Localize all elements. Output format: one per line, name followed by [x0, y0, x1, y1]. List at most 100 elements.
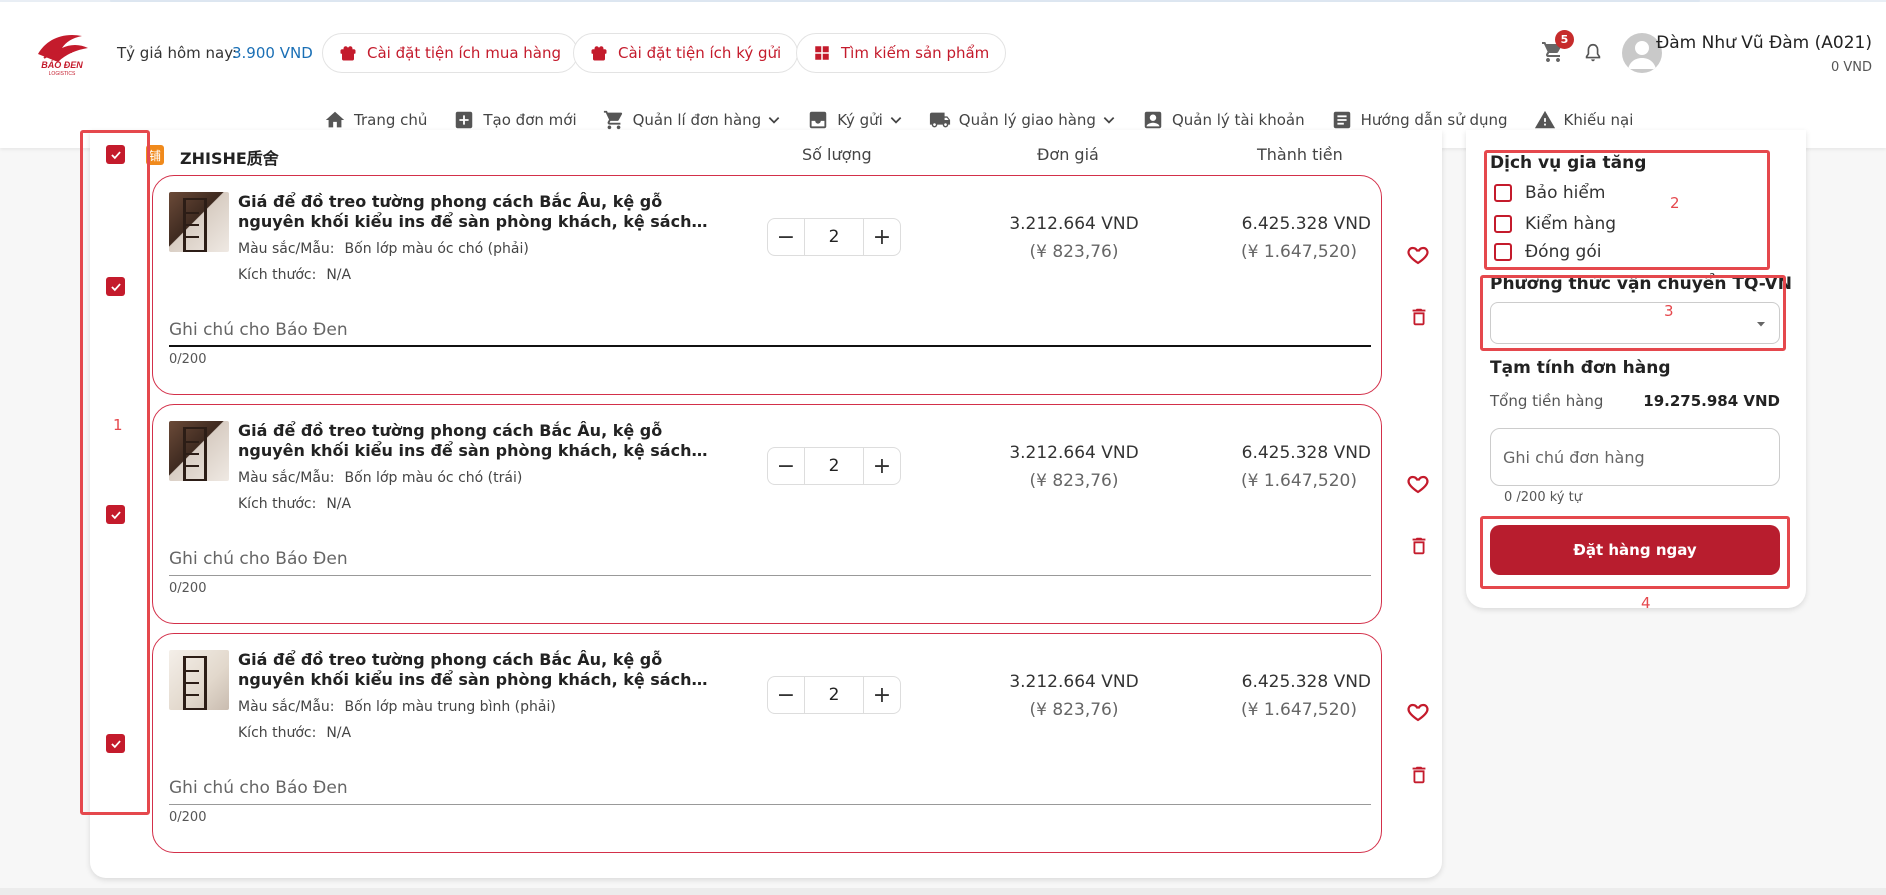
nav-item-order-management[interactable]: Quản lí đơn hàng	[603, 109, 782, 131]
add-box-icon	[456, 111, 473, 129]
unit-price-cny: (¥ 823,76)	[1029, 242, 1119, 262]
product-size: Kích thước: N/A	[238, 725, 352, 741]
nav-item-create-order[interactable]: Tạo đơn mới	[453, 109, 577, 131]
pill-label: Cài đặt tiện ích ký gửi	[618, 44, 782, 62]
increase-quantity-button[interactable]: +	[864, 677, 900, 713]
product-color: Màu sắc/Mẫu: Bốn lớp màu óc chó (trái)	[238, 470, 523, 486]
line-total-cny: (¥ 1.647,520)	[1240, 471, 1357, 491]
nav-label: Quản lý giao hàng	[958, 111, 1096, 129]
quantity-input[interactable]: 2	[804, 448, 864, 484]
decrease-quantity-button[interactable]: −	[768, 219, 804, 255]
truck-icon	[929, 112, 950, 128]
page-bottom-strip	[0, 888, 1886, 895]
install-consign-extension-button[interactable]: Cài đặt tiện ích ký gửi	[573, 33, 799, 73]
svg-text:BÁO ĐEN: BÁO ĐEN	[41, 60, 83, 70]
annotation-box-2	[1484, 150, 1770, 270]
install-purchase-extension-button[interactable]: Cài đặt tiện ích mua hàng	[322, 33, 579, 73]
chevron-down-icon	[890, 117, 902, 124]
consign-icon	[809, 111, 827, 129]
annotation-box-3	[1480, 275, 1786, 351]
annotation-number-1: 1	[113, 416, 123, 434]
annotation-number-2: 2	[1670, 194, 1680, 212]
trash-icon[interactable]	[1408, 764, 1430, 786]
quantity-input[interactable]: 2	[804, 677, 864, 713]
nav-item-delivery-management[interactable]: Quản lý giao hàng	[929, 109, 1116, 131]
heart-icon[interactable]	[1406, 472, 1430, 496]
increase-quantity-button[interactable]: +	[864, 448, 900, 484]
cart-item: Giá để đồ treo tường phong cách Bắc Âu, …	[152, 404, 1382, 624]
nav-item-user-guide[interactable]: Hướng dẫn sử dụng	[1331, 109, 1508, 131]
item-note-count: 0/200	[169, 581, 207, 596]
nav-label: Tạo đơn mới	[483, 111, 577, 129]
quantity-input[interactable]: 2	[804, 219, 864, 255]
header: BÁO ĐEN LOGISTICS Tỷ giá hôm nay: 3.900 …	[0, 2, 1886, 148]
trash-icon[interactable]	[1408, 535, 1430, 557]
nav-label: Hướng dẫn sử dụng	[1360, 111, 1508, 129]
item-note-input[interactable]: Ghi chú cho Báo Đen	[169, 778, 348, 798]
product-title[interactable]: Giá để đồ treo tường phong cách Bắc Âu, …	[238, 192, 718, 232]
nav-label: Quản lý tài khoản	[1171, 111, 1305, 129]
home-icon	[325, 111, 345, 128]
nav-item-complaints[interactable]: Khiếu nại	[1534, 109, 1633, 131]
product-thumbnail[interactable]	[169, 192, 229, 252]
pill-label: Tìm kiếm sản phẩm	[841, 44, 990, 62]
heart-icon[interactable]	[1406, 700, 1430, 724]
nav-label: Ký gửi	[837, 111, 883, 129]
bell-icon[interactable]	[1582, 42, 1604, 64]
increase-quantity-button[interactable]: +	[864, 219, 900, 255]
article-icon	[1333, 111, 1350, 129]
unit-price-cny: (¥ 823,76)	[1029, 471, 1119, 491]
total-amount-label: Tổng tiền hàng	[1490, 392, 1604, 410]
item-note-count: 0/200	[169, 352, 207, 367]
total-amount-value: 19.275.984 VND	[1643, 392, 1780, 410]
annotation-box-1	[80, 130, 150, 815]
line-total-vnd: 6.425.328 VND	[1241, 443, 1371, 463]
cart-count-badge: 5	[1555, 30, 1574, 49]
heart-icon[interactable]	[1406, 243, 1430, 267]
search-product-button[interactable]: Tìm kiếm sản phẩm	[796, 33, 1007, 73]
gift-icon	[340, 46, 356, 61]
annotation-number-3: 3	[1664, 302, 1674, 320]
unit-price-cny: (¥ 823,76)	[1029, 700, 1119, 720]
quantity-stepper: − 2 +	[767, 218, 901, 256]
item-note-underline	[169, 804, 1371, 805]
trash-icon[interactable]	[1408, 306, 1430, 328]
product-title[interactable]: Giá để đồ treo tường phong cách Bắc Âu, …	[238, 421, 718, 461]
item-note-input[interactable]: Ghi chú cho Báo Đen	[169, 320, 348, 340]
line-total-vnd: 6.425.328 VND	[1241, 214, 1371, 234]
item-note-underline	[169, 575, 1371, 576]
product-color: Màu sắc/Mẫu: Bốn lớp màu óc chó (phải)	[238, 241, 529, 257]
exchange-rate-value: 3.900 VND	[232, 44, 313, 62]
user-name[interactable]: Đàm Như Vũ Đàm (A021)	[1656, 33, 1872, 53]
account-icon	[1144, 111, 1162, 129]
svg-text:LOGISTICS: LOGISTICS	[49, 71, 76, 76]
product-thumbnail[interactable]	[169, 650, 229, 710]
column-header-unit-price: Đơn giá	[1037, 145, 1099, 164]
unit-price-vnd: 3.212.664 VND	[1009, 672, 1139, 692]
line-total-cny: (¥ 1.647,520)	[1240, 242, 1357, 262]
chevron-down-icon	[768, 117, 780, 124]
cart-item: Giá để đồ treo tường phong cách Bắc Âu, …	[152, 175, 1382, 395]
nav-item-account-management[interactable]: Quản lý tài khoản	[1142, 109, 1305, 131]
nav-item-home[interactable]: Trang chủ	[324, 109, 427, 131]
decrease-quantity-button[interactable]: −	[768, 677, 804, 713]
item-note-count: 0/200	[169, 810, 207, 825]
cart-item: Giá để đồ treo tường phong cách Bắc Âu, …	[152, 633, 1382, 853]
exchange-rate-label: Tỷ giá hôm nay:	[117, 44, 238, 62]
product-title[interactable]: Giá để đồ treo tường phong cách Bắc Âu, …	[238, 650, 718, 690]
warning-icon	[1534, 110, 1555, 129]
decrease-quantity-button[interactable]: −	[768, 448, 804, 484]
gift-icon	[591, 46, 607, 61]
product-thumbnail[interactable]	[169, 421, 229, 481]
bao-den-logo[interactable]: BÁO ĐEN LOGISTICS	[32, 28, 92, 76]
nav-item-consign[interactable]: Ký gửi	[807, 109, 903, 131]
unit-price-vnd: 3.212.664 VND	[1009, 443, 1139, 463]
product-size: Kích thước: N/A	[238, 496, 352, 512]
chevron-down-icon	[1103, 117, 1115, 124]
order-note-input[interactable]: Ghi chú đơn hàng	[1490, 428, 1780, 486]
shop-name[interactable]: ZHISHE质舍	[180, 145, 279, 169]
order-note-count: 0 /200 ký tự	[1504, 490, 1582, 505]
nav-label: Quản lí đơn hàng	[632, 111, 762, 129]
item-note-input[interactable]: Ghi chú cho Báo Đen	[169, 549, 348, 569]
quantity-stepper: − 2 +	[767, 447, 901, 485]
